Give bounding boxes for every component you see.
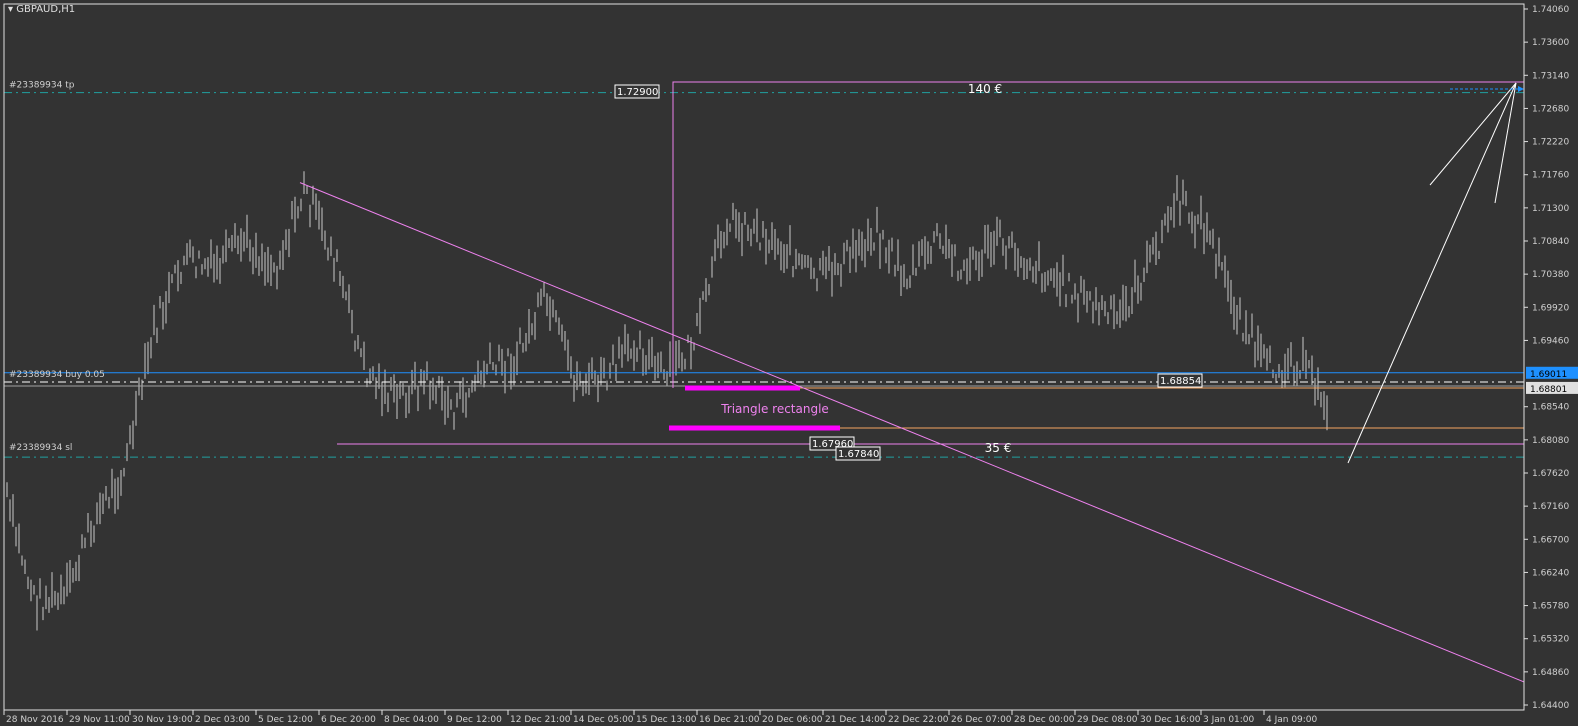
x-tick-label: 5 Dec 12:00 [258, 715, 313, 725]
x-tick-label: 4 Jan 09:00 [1266, 715, 1318, 725]
y-tick-label: 1.68080 [1532, 436, 1569, 446]
loss-label: 35 € [985, 441, 1012, 455]
y-tick-label: 1.70380 [1532, 270, 1569, 280]
symbol-timeframe: GBPAUD,H1 [16, 4, 76, 15]
x-tick-label: 3 Jan 01:00 [1203, 715, 1255, 725]
y-tick-label: 1.70840 [1532, 237, 1569, 247]
tp-label: #23389934 tp [9, 81, 75, 91]
x-tick-label: 16 Dec 21:00 [699, 715, 760, 725]
x-tick-label: 28 Nov 2016 [6, 715, 64, 725]
y-tick-label: 1.72680 [1532, 104, 1569, 114]
triangle-rectangle-label: Triangle rectangle [720, 402, 829, 416]
y-tick-label: 1.69920 [1532, 303, 1569, 313]
buy-label: #23389934 buy 0.05 [9, 370, 105, 380]
x-tick-label: 22 Dec 22:00 [888, 715, 949, 725]
axes: 1.74060 1.73600 1.73140 1.72680 1.72220 1.717… [3, 3, 1578, 725]
y-tick-label: 1.69011 [1530, 370, 1567, 380]
y-tick-label: 1.66240 [1532, 568, 1569, 578]
target-box[interactable] [672, 81, 1524, 388]
y-tick-label: 1.73140 [1532, 71, 1569, 81]
x-tick-label: 29 Nov 11:00 [69, 715, 130, 725]
y-tick-label: 1.67620 [1532, 469, 1569, 479]
x-tick-label: 15 Dec 13:00 [636, 715, 697, 725]
y-tick-label: 1.65780 [1532, 602, 1569, 612]
sl-price-label: 1.67840 [838, 449, 879, 460]
x-tick-label: 30 Dec 16:00 [1140, 715, 1201, 725]
x-tick-label: 21 Dec 14:00 [825, 715, 886, 725]
arrow-icon [1518, 86, 1524, 92]
projection-line[interactable] [1347, 82, 1517, 464]
dropdown-arrow-icon[interactable]: ▾ [8, 4, 13, 15]
sl-label: #23389934 sl [9, 443, 72, 453]
y-tick-label: 1.64400 [1532, 701, 1569, 711]
y-tick-label: 1.64860 [1532, 668, 1569, 678]
x-tick-label: 30 Nov 19:00 [132, 715, 193, 725]
y-tick-label: 1.65320 [1532, 635, 1569, 645]
y-tick-label: 1.68540 [1532, 403, 1569, 413]
price-chart[interactable]: #23389934 tp #23389934 sl #23389934 buy 0.… [0, 0, 1578, 726]
y-tick-label: 1.72220 [1532, 138, 1569, 148]
buy-price-label: 1.68854 [1160, 376, 1201, 387]
chart-title: ▾ GBPAUD,H1 [8, 4, 75, 15]
x-tick-label: 29 Dec 08:00 [1077, 715, 1138, 725]
x-tick-label: 26 Dec 07:00 [951, 715, 1012, 725]
profit-label: 140 € [968, 82, 1002, 96]
tp-price-label: 1.72900 [617, 87, 658, 98]
x-tick-label: 9 Dec 12:00 [447, 715, 502, 725]
x-tick-label: 2 Dec 03:00 [195, 715, 250, 725]
y-tick-label: 1.68801 [1530, 385, 1567, 395]
x-tick-label: 6 Dec 20:00 [321, 715, 376, 725]
chart-frame [3, 3, 1525, 711]
y-tick-label: 1.73600 [1532, 38, 1569, 48]
y-tick-label: 1.71760 [1532, 171, 1569, 181]
x-tick-label: 20 Dec 06:00 [762, 715, 823, 725]
y-tick-label: 1.66700 [1532, 535, 1569, 545]
projection-line[interactable] [1429, 82, 1517, 186]
y-tick-label: 1.71300 [1532, 204, 1569, 214]
x-tick-label: 8 Dec 04:00 [384, 715, 439, 725]
x-tick-label: 28 Dec 00:00 [1014, 715, 1075, 725]
trendline[interactable] [299, 182, 1525, 683]
price-bars [3, 171, 1328, 631]
chart-objects: #23389934 tp #23389934 sl #23389934 buy 0.… [4, 81, 1525, 683]
y-tick-label: 1.74060 [1532, 5, 1569, 15]
y-tick-label: 1.69460 [1532, 336, 1569, 346]
y-tick-label: 1.67160 [1532, 502, 1569, 512]
x-tick-label: 14 Dec 05:00 [573, 715, 634, 725]
projection-line[interactable] [1494, 82, 1517, 204]
x-tick-label: 12 Dec 21:00 [510, 715, 571, 725]
